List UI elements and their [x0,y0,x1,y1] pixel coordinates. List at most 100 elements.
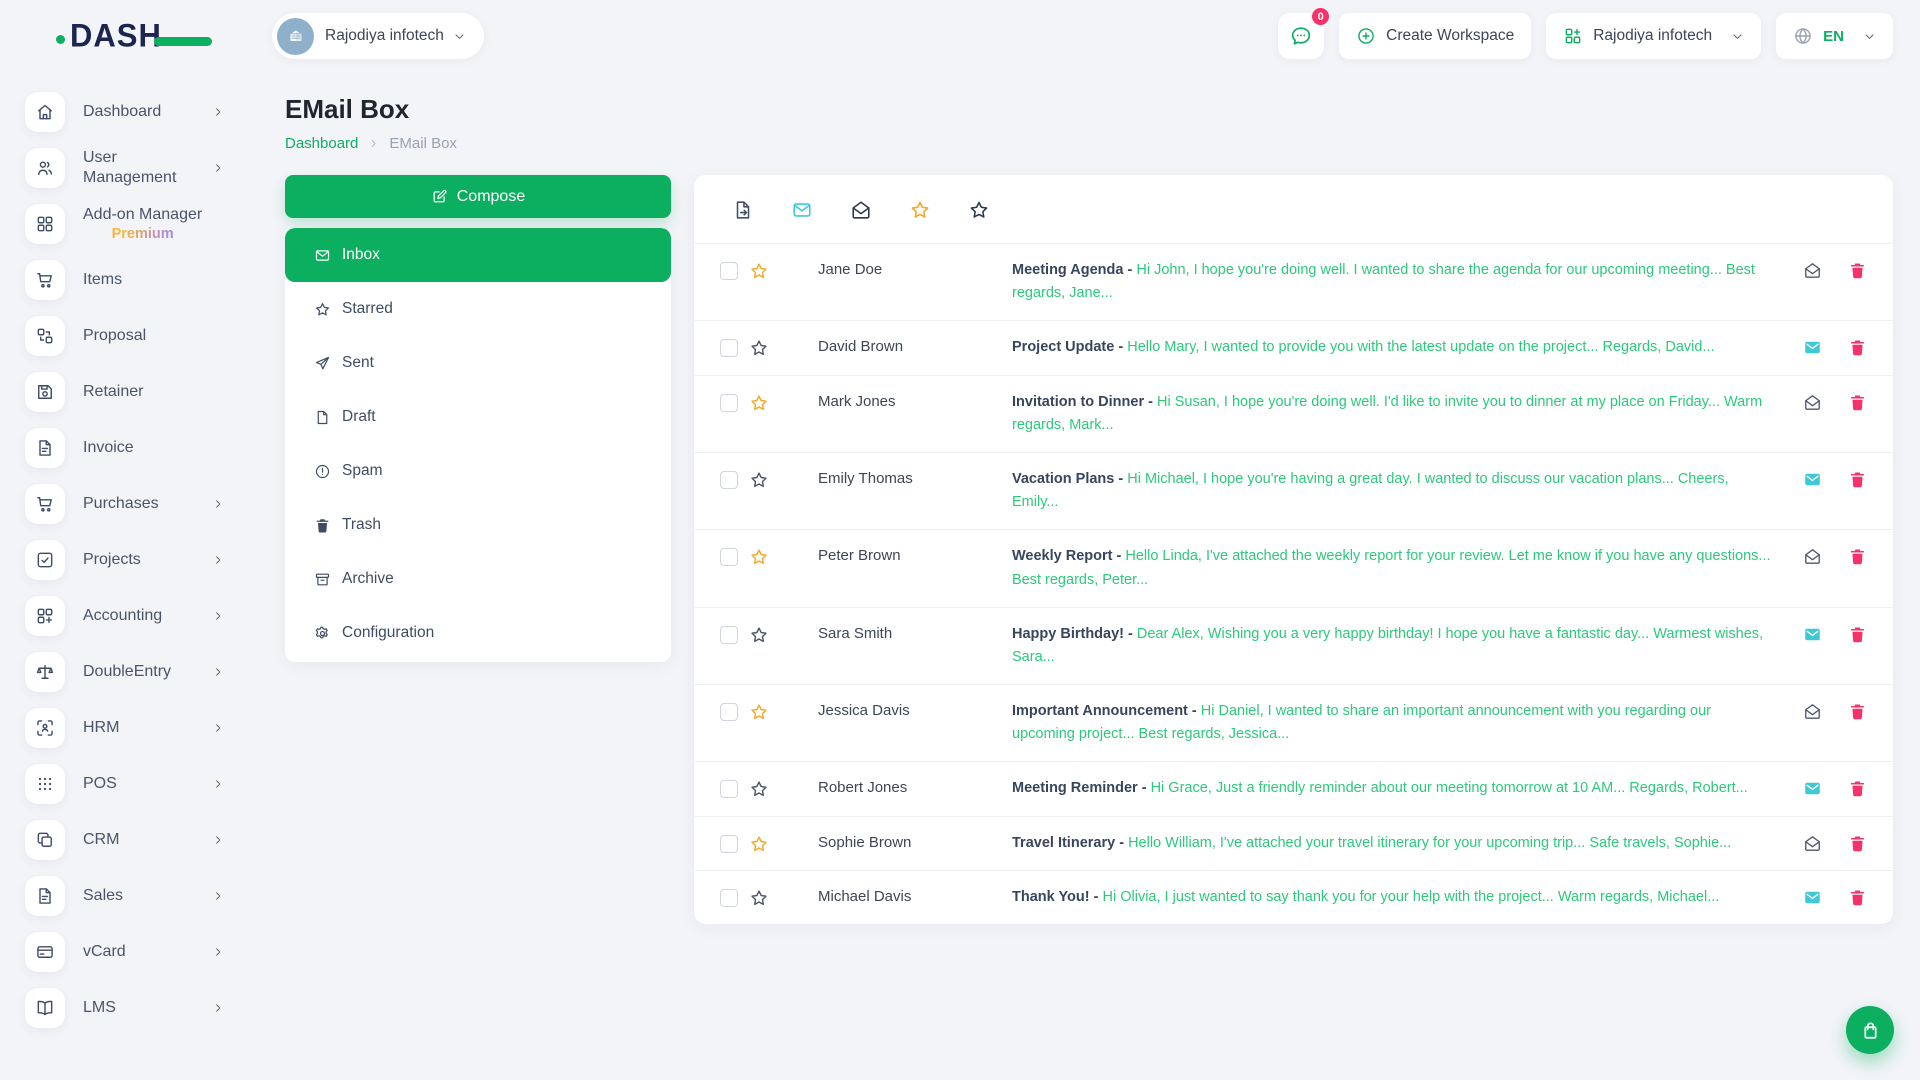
messages-button[interactable]: 0 [1278,6,1332,59]
sidebar-item[interactable]: Purchases [0,476,260,532]
email-row[interactable]: Robert Jones Meeting Reminder - Hi Grace… [694,761,1893,815]
trash-icon[interactable] [1848,779,1867,798]
company-selector[interactable]: Rajodiya infotech [1546,13,1762,59]
mail-read-icon[interactable] [1803,393,1822,412]
star-outline-icon[interactable] [749,625,769,645]
mail-unread-icon[interactable] [1803,338,1822,357]
mail-read-icon[interactable] [1803,261,1822,280]
sidebar-item[interactable]: Items [0,252,260,308]
sidebar-item[interactable]: LMS [0,980,260,1036]
grid-plus-icon [35,606,55,626]
sidebar-item[interactable]: Dashboard [0,84,260,140]
sidebar-item[interactable]: Invoice [0,420,260,476]
mail-unread-icon[interactable] [1803,470,1822,489]
row-checkbox[interactable] [720,262,738,280]
email-preview: Hi Grace, Just a friendly reminder about… [1150,780,1748,797]
email-row[interactable]: Sara Smith Happy Birthday! - Dear Alex, … [694,606,1893,684]
email-row[interactable]: Michael Davis Thank You! - Hi Olivia, I … [694,869,1893,924]
brand-logo[interactable]: DASH [56,17,220,54]
mail-unread-icon[interactable] [1803,779,1822,798]
trash-icon[interactable] [1848,470,1867,489]
mail-read-icon[interactable] [1803,547,1822,566]
create-workspace-button[interactable]: Create Workspace [1339,13,1532,59]
email-row[interactable]: Sophie Brown Travel Itinerary - Hello Wi… [694,815,1893,870]
row-checkbox[interactable] [720,339,738,358]
toolbar-icon[interactable] [732,199,754,221]
language-selector[interactable]: EN [1776,13,1893,59]
folder-item[interactable]: Archive [285,552,671,606]
compose-button[interactable]: Compose [285,175,671,218]
sidebar-item[interactable]: Accounting [0,588,260,644]
sidebar-item[interactable]: POS [0,756,260,812]
email-row[interactable]: Emily Thomas Vacation Plans - Hi Michael… [694,451,1893,529]
folder-item[interactable]: Trash [285,498,671,552]
star-filled-icon[interactable] [749,393,769,413]
trash-icon[interactable] [1848,625,1867,644]
folder-item[interactable]: Configuration [285,606,671,660]
folder-item[interactable]: Inbox [285,228,671,282]
folder-item[interactable]: Sent [285,336,671,390]
folder-item[interactable]: Draft [285,390,671,444]
trash-icon[interactable] [1848,393,1867,412]
trash-icon[interactable] [1848,834,1867,853]
row-checkbox[interactable] [720,470,738,489]
toolbar-icon[interactable] [968,199,990,221]
email-row[interactable]: Peter Brown Weekly Report - Hello Linda,… [694,529,1893,606]
breadcrumb-dashboard-link[interactable]: Dashboard [285,135,358,152]
email-sender: Mark Jones [818,392,896,410]
toolbar-icon[interactable] [909,199,931,221]
trash-icon[interactable] [1848,261,1867,280]
sidebar-item[interactable]: Retainer [0,364,260,420]
addon-store-button[interactable] [1846,1006,1894,1054]
sidebar-item[interactable]: Proposal [0,308,260,364]
globe-icon [1793,26,1813,46]
sidebar-item[interactable]: Sales [0,868,260,924]
users-icon [35,158,55,178]
sidebar-item[interactable]: CRM [0,812,260,868]
row-checkbox[interactable] [720,393,738,412]
toolbar-icon[interactable] [791,199,813,221]
star-filled-icon[interactable] [749,261,769,281]
trash-icon[interactable] [1848,702,1867,721]
email-row[interactable]: David Brown Project Update - Hello Mary,… [694,320,1893,374]
mail-read-icon[interactable] [1803,834,1822,853]
row-checkbox[interactable] [720,888,738,907]
row-checkbox[interactable] [720,780,738,799]
folder-label: Starred [342,300,393,317]
trash-icon[interactable] [1848,547,1867,566]
sidebar-item[interactable]: Projects [0,532,260,588]
toolbar-icon[interactable] [850,199,872,221]
star-icon [314,301,331,318]
star-outline-icon[interactable] [749,779,769,799]
mail-unread-icon[interactable] [1803,888,1822,907]
sidebar-item[interactable]: User Management [0,140,260,196]
row-checkbox[interactable] [720,625,738,644]
sidebar-item[interactable]: DoubleEntry [0,644,260,700]
email-row[interactable]: Mark Jones Invitation to Dinner - Hi Sus… [694,374,1893,452]
mail-read-icon[interactable] [1803,702,1822,721]
star-filled-icon[interactable] [749,702,769,722]
star-outline-icon[interactable] [749,338,769,358]
workspace-selector[interactable]: Rajodiya infotech [272,13,484,59]
sidebar-item[interactable]: vCard [0,924,260,980]
email-sender: Peter Brown [818,547,901,565]
row-checkbox[interactable] [720,703,738,722]
folder-item[interactable]: Starred [285,282,671,336]
trash-icon[interactable] [1848,888,1867,907]
email-row[interactable]: Jessica Davis Important Announcement - H… [694,684,1893,761]
star-filled-icon[interactable] [749,547,769,567]
trash-icon[interactable] [1848,338,1867,357]
star-filled-icon[interactable] [749,834,769,854]
sidebar-item[interactable]: Add-on Manager Premium [0,196,260,252]
alert-circle-icon [314,463,331,480]
star-outline-icon[interactable] [749,470,769,490]
folder-item[interactable]: Spam [285,444,671,498]
sidebar-item[interactable]: HRM [0,700,260,756]
row-checkbox[interactable] [720,548,738,567]
mail-unread-icon[interactable] [1803,625,1822,644]
row-checkbox[interactable] [720,834,738,853]
email-subject: Invitation to Dinner - [1012,393,1153,410]
sidebar-item-label: Dashboard [83,103,162,120]
star-outline-icon[interactable] [749,888,769,908]
email-row[interactable]: Jane Doe Meeting Agenda - Hi John, I hop… [694,243,1893,320]
